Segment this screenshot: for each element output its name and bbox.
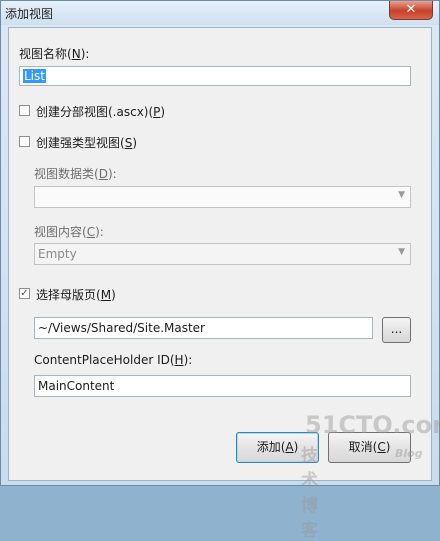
partial-view-checkbox[interactable]: [19, 105, 30, 116]
watermark-line3: Blog: [395, 447, 423, 460]
master-page-path-input[interactable]: ~/Views/Shared/Site.Master: [34, 317, 373, 339]
placeholder-id-value: MainContent: [38, 379, 115, 393]
close-button[interactable]: ✕: [389, 1, 433, 20]
view-content-label: 视图内容(C):: [34, 225, 104, 239]
watermark-line2: 技术博客: [301, 446, 320, 541]
add-view-dialog: 添加视图 ✕ 视图名称(N): List 创建分部视图(.ascx)(P) 创建…: [0, 0, 440, 541]
watermark-line1: 51CTO.com: [305, 411, 440, 439]
check-icon: ✓: [20, 288, 29, 299]
view-data-class-combo[interactable]: ▼: [34, 186, 411, 208]
chevron-down-icon: ▼: [398, 247, 405, 257]
title-bar[interactable]: 添加视图 ✕: [1, 1, 439, 25]
view-data-class-label: 视图数据类(D):: [34, 167, 117, 181]
chevron-down-icon: ▼: [398, 190, 405, 200]
master-page-path-value: ~/Views/Shared/Site.Master: [38, 321, 205, 335]
view-name-value: List: [23, 69, 46, 83]
master-page-label[interactable]: 选择母版页(M): [36, 286, 116, 303]
view-content-combo[interactable]: Empty ▼: [34, 243, 411, 265]
placeholder-id-input[interactable]: MainContent: [34, 375, 411, 397]
view-content-value: Empty: [38, 247, 77, 261]
view-name-label: 视图名称(N):: [19, 47, 90, 61]
strongly-typed-checkbox[interactable]: [19, 136, 30, 147]
close-icon: ✕: [405, 2, 417, 17]
browse-button[interactable]: ...: [382, 317, 411, 343]
partial-view-label[interactable]: 创建分部视图(.ascx)(P): [36, 103, 165, 120]
view-name-input[interactable]: List: [19, 66, 411, 86]
window-title: 添加视图: [5, 7, 54, 21]
placeholder-id-label: ContentPlaceHolder ID(H):: [34, 353, 193, 367]
strongly-typed-label[interactable]: 创建强类型视图(S): [36, 134, 137, 151]
master-page-checkbox[interactable]: ✓: [19, 288, 30, 299]
